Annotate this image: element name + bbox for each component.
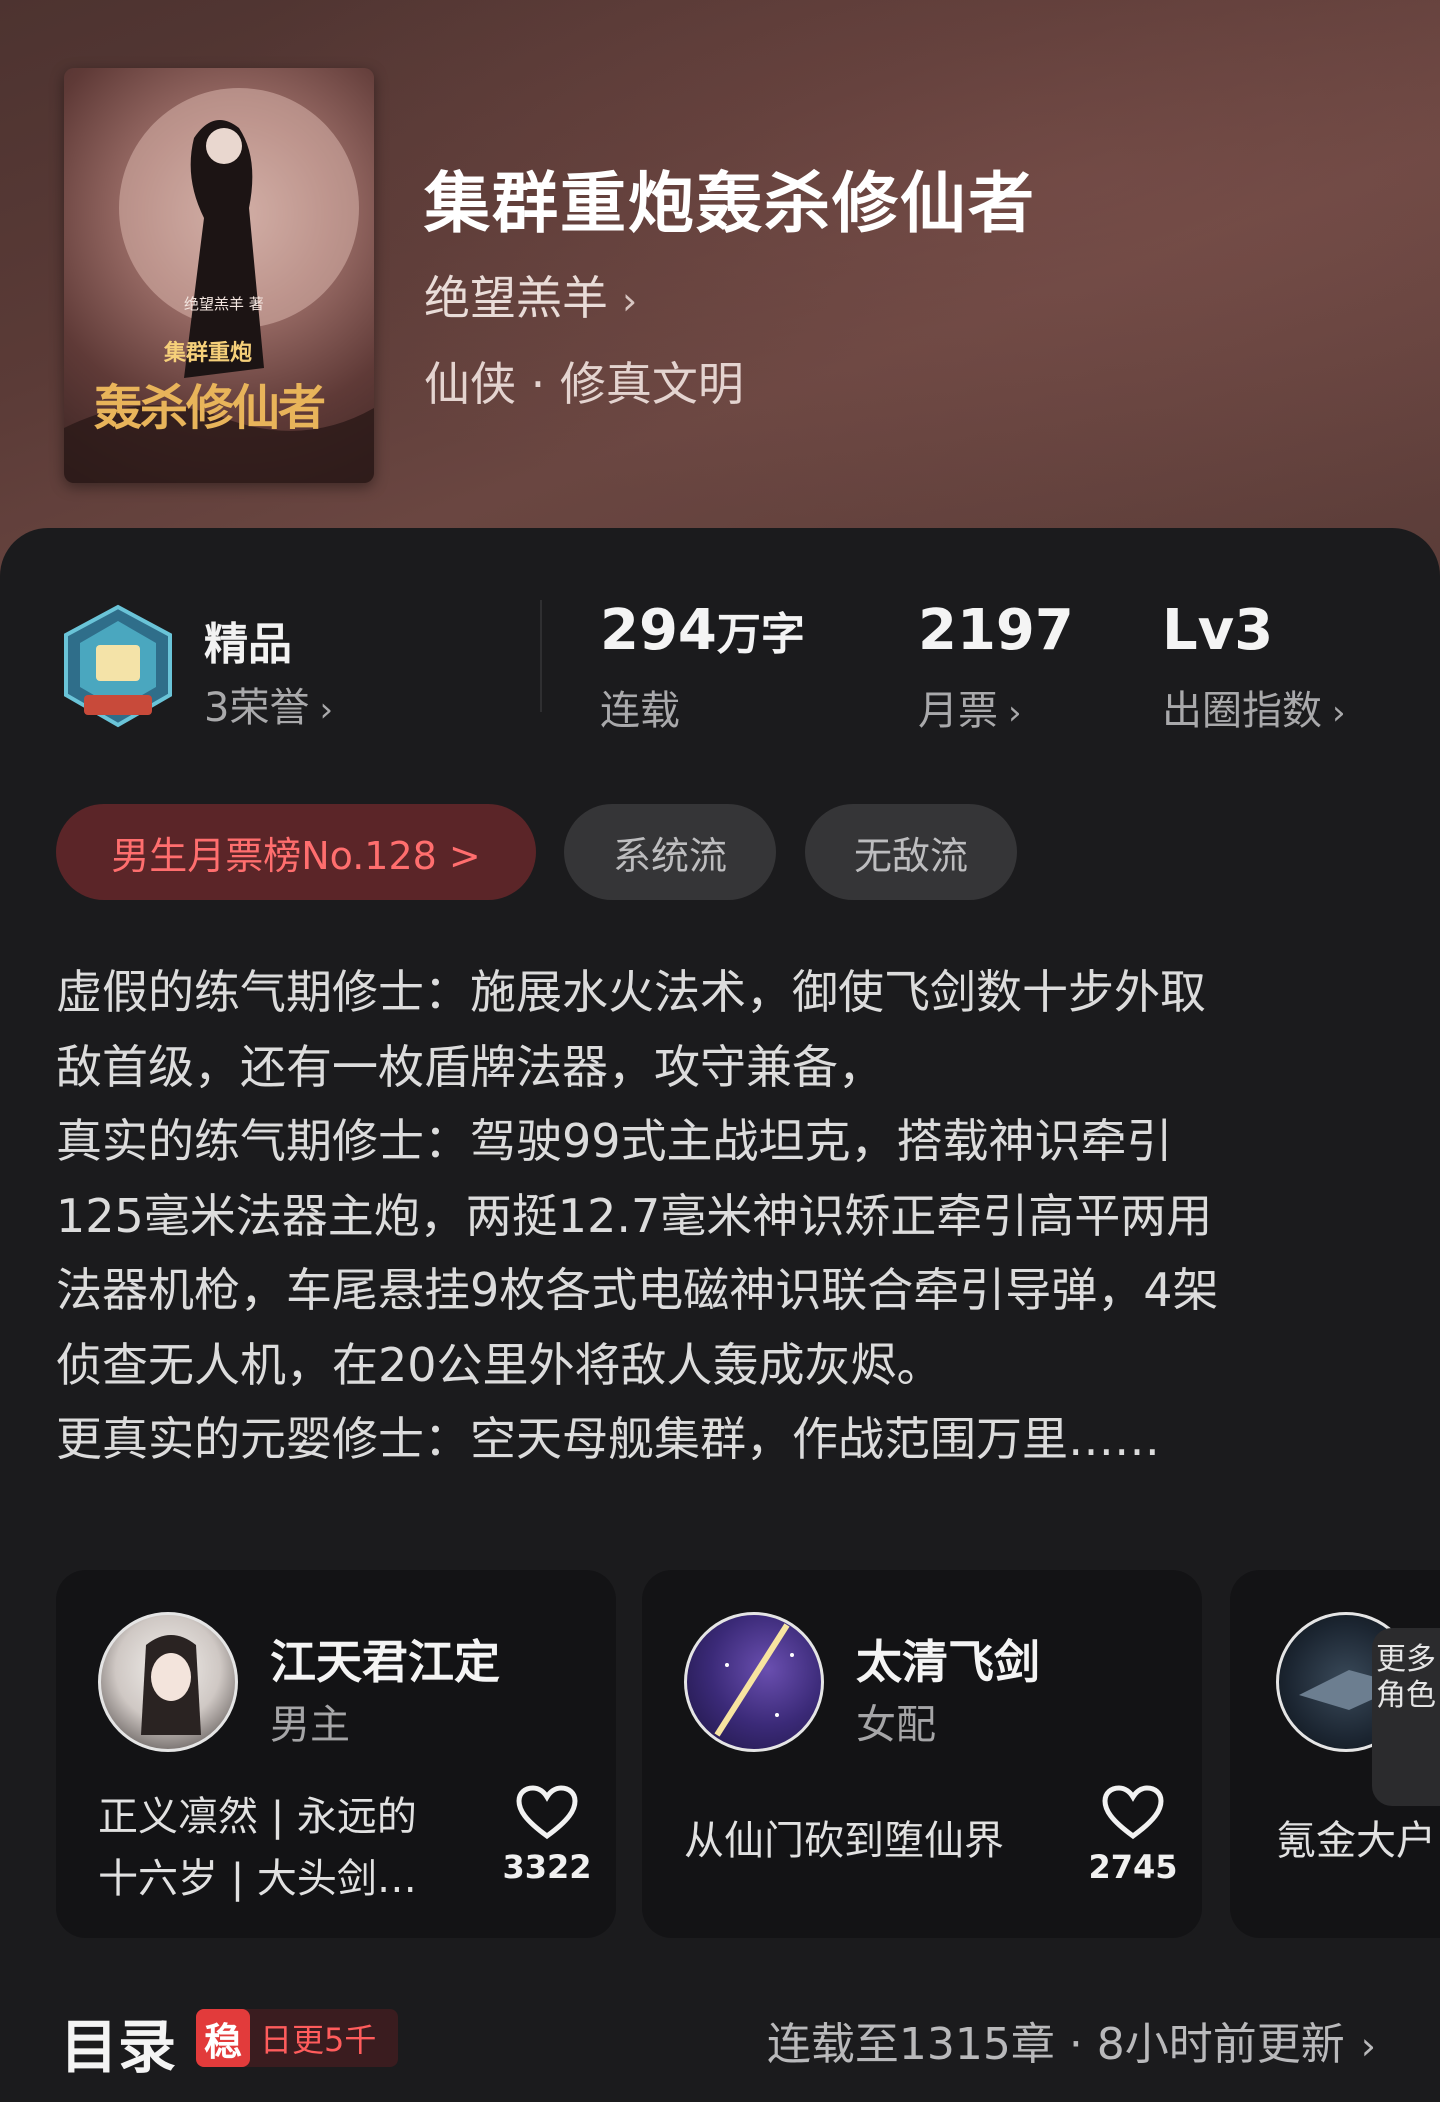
book-title: 集群重炮轰杀修仙者 [424, 164, 1036, 242]
role-type: 女配 [856, 1702, 936, 1748]
like-button[interactable]: 2745 [1088, 1784, 1178, 1886]
monthly-ticket-link[interactable]: 月票 › [918, 678, 1022, 736]
role-description-line: 正义凛然 | 永远的 [98, 1794, 417, 1840]
honors-count: 3荣誉 [204, 685, 310, 731]
role-name: 太清飞剑 [856, 1635, 1040, 1689]
stable-stamp: 稳 [196, 2009, 250, 2067]
serial-status: 连载 [600, 688, 680, 734]
role-type: 男主 [270, 1702, 350, 1748]
like-count: 2745 [1088, 1848, 1178, 1886]
book-genre: 仙侠 · 修真文明 [424, 357, 744, 411]
cover-subtitle: 集群重炮 [164, 340, 253, 366]
word-count-unit: 万字 [716, 609, 805, 660]
role-card[interactable]: 太清飞剑 女配 从仙门砍到堕仙界 2745 [642, 1570, 1202, 1938]
description-line: 更真实的元婴修士：空天母舰集群，作战范围万里…… [56, 1412, 1160, 1466]
toc-title[interactable]: 目录 [60, 2000, 176, 2084]
description-line: 敌首级，还有一枚盾牌法器，攻守兼备， [56, 1039, 884, 1094]
chevron-right-icon: › [1008, 693, 1022, 733]
description-line: 虚假的练气期修士：施展水火法术，御使飞剑数十步外取 [56, 965, 1206, 1019]
rank-chip[interactable]: 男生月票榜No.128 > [56, 804, 536, 900]
chevron-right-icon: › [622, 279, 638, 323]
tag-chip[interactable]: 无敌流 [805, 804, 1017, 900]
like-button[interactable]: 3322 [502, 1784, 592, 1886]
role-name: 江天君江定 [270, 1635, 500, 1689]
tag-chip[interactable]: 系统流 [564, 804, 776, 900]
role-description: 从仙门砍到堕仙界 [684, 1810, 1004, 1872]
monthly-ticket-value: 2197 [918, 598, 1074, 663]
role-description: 正义凛然 | 永远的 十六岁 | 大头剑… [98, 1786, 417, 1910]
popularity-level: Lv3 [1162, 598, 1274, 663]
avatar [98, 1612, 238, 1752]
avatar [684, 1612, 824, 1752]
role-description-line: 十六岁 | 大头剑… [98, 1856, 417, 1902]
role-description-line: 氪金大户 [1276, 1818, 1436, 1864]
toc-status-text: 连载至1315章 · 8小时前更新 [766, 2019, 1345, 2070]
author-name: 绝望羔羊 [424, 271, 608, 325]
role-description-line: 从仙门砍到堕仙界 [684, 1818, 1004, 1864]
description-line: 125毫米法器主炮，两挺12.7毫米神识矫正牵引高平两用 [56, 1188, 1213, 1243]
description-line: 真实的练气期修士：驾驶99式主战坦克，搭载神识牵引 [56, 1114, 1173, 1168]
role-description: 氪金大户 [1276, 1810, 1436, 1872]
book-description[interactable]: 虚假的练气期修士：施展水火法术，御使飞剑数十步外取 敌首级，还有一枚盾牌法器，攻… [56, 955, 1396, 1477]
like-count: 3322 [502, 1848, 592, 1886]
book-cover[interactable]: 绝望羔羊 著 集群重炮 轰杀修仙者 [64, 68, 374, 483]
honors-link[interactable]: 3荣誉 › [204, 675, 333, 733]
role-card[interactable]: 江天君江定 男主 正义凛然 | 永远的 十六岁 | 大头剑… 3322 [56, 1570, 616, 1938]
quality-label: 精品 [204, 619, 292, 670]
toc-status-link[interactable]: 连载至1315章 · 8小时前更新 › [767, 2008, 1376, 2072]
description-line: 侦查无人机，在20公里外将敌人轰成灰烬。 [56, 1337, 943, 1392]
author-link[interactable]: 绝望羔羊 › [424, 262, 637, 328]
chevron-right-icon: › [1332, 693, 1346, 733]
chevron-right-icon: › [319, 690, 334, 730]
stats-divider [540, 600, 542, 712]
cover-author-text: 绝望羔羊 著 [184, 295, 264, 313]
word-count-value: 294 [600, 598, 717, 663]
more-roles-button[interactable]: 更多角色 [1372, 1628, 1440, 1806]
popularity-index-label: 出圈指数 [1162, 688, 1322, 734]
heart-icon [1102, 1785, 1164, 1840]
popularity-index-link[interactable]: 出圈指数 › [1162, 678, 1346, 736]
update-frequency: 日更5千 [260, 2021, 377, 2059]
cover-title: 轰杀修仙者 [94, 380, 326, 436]
word-count: 294万字 [600, 598, 805, 663]
heart-icon [516, 1785, 578, 1840]
update-badge: 稳 日更5千 [196, 2009, 398, 2067]
monthly-ticket-label: 月票 [918, 688, 998, 734]
quality-badge-icon[interactable] [58, 603, 178, 733]
chevron-right-icon: › [1360, 2024, 1376, 2068]
description-line: 法器机枪，车尾悬挂9枚各式电磁神识联合牵引导弹，4架 [56, 1263, 1219, 1317]
